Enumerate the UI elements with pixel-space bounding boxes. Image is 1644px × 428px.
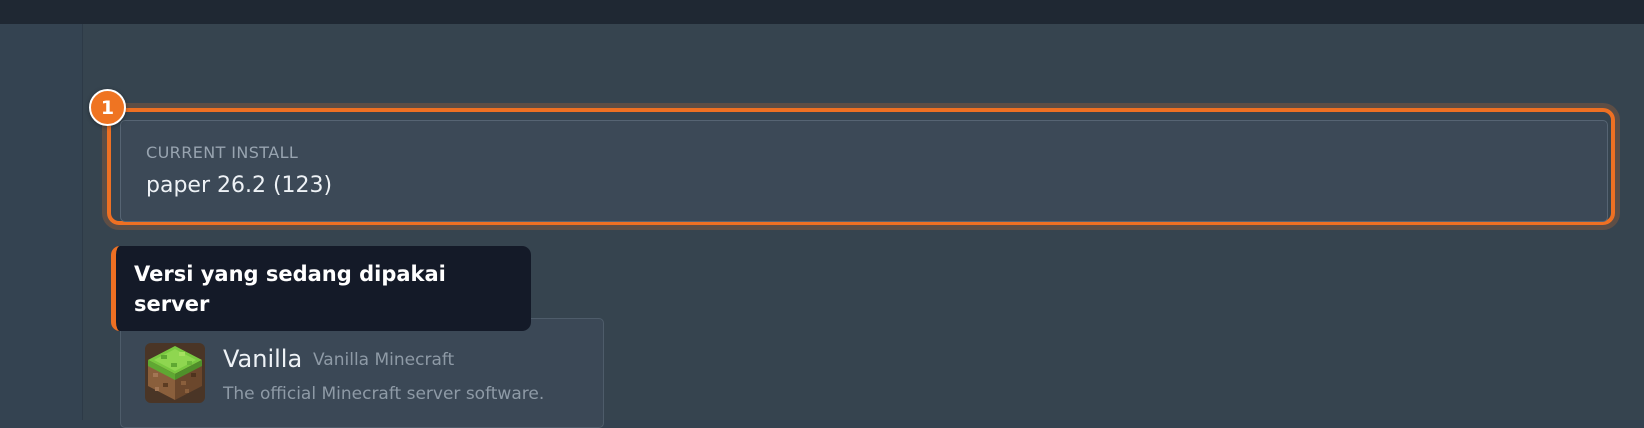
current-install-card: CURRENT INSTALL paper 26.2 (123)	[120, 120, 1608, 222]
software-subtitle: Vanilla Minecraft	[313, 350, 455, 370]
sidebar	[0, 24, 83, 420]
top-bar	[0, 0, 1644, 24]
software-card-vanilla[interactable]: Vanilla Vanilla Minecraft The official M…	[120, 318, 604, 428]
software-description: The official Minecraft server software.	[223, 384, 545, 404]
tour-tooltip: Versi yang sedang dipakai server	[111, 246, 531, 331]
current-install-label: CURRENT INSTALL	[146, 143, 299, 162]
current-install-value: paper 26.2 (123)	[146, 173, 333, 198]
grass-block-icon	[145, 343, 205, 403]
tour-step-badge: 1	[89, 89, 126, 126]
software-name: Vanilla	[223, 345, 303, 373]
